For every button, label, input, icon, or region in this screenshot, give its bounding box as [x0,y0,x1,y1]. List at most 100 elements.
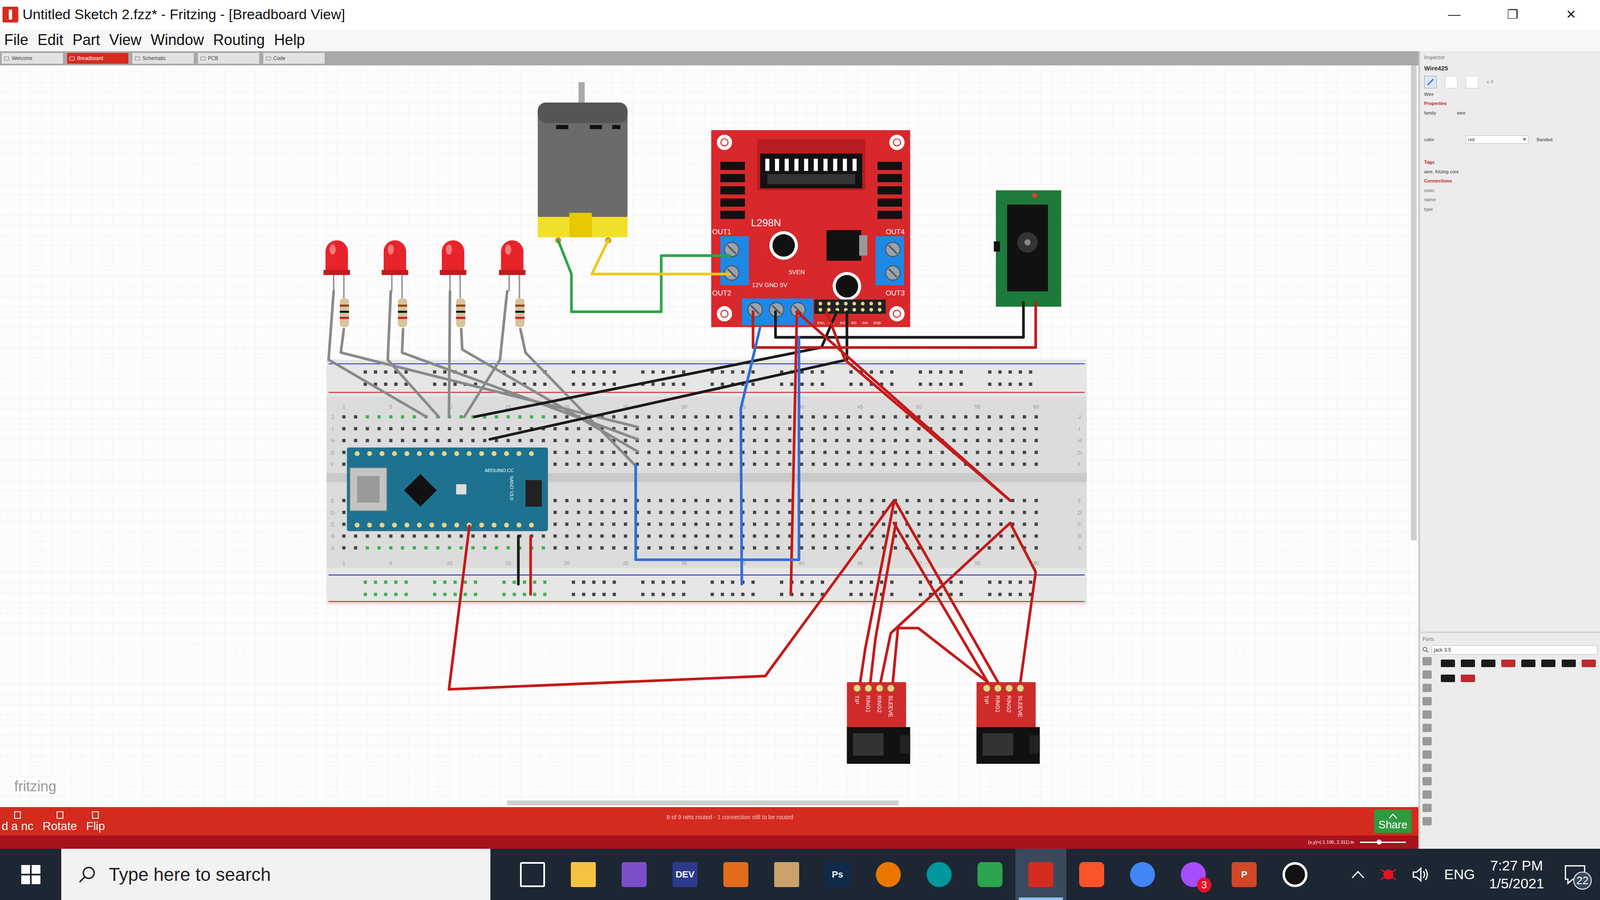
part-thumbnail[interactable] [1519,657,1538,670]
schematic-view-icon[interactable] [1445,75,1458,89]
taskbar-app[interactable] [608,848,660,900]
bin-icon[interactable] [1422,710,1432,719]
toolbar-button[interactable]: Flip [86,810,105,833]
svg-text:A: A [1077,545,1082,552]
svg-text:SLEEVE: SLEEVE [887,695,894,718]
wires[interactable] [328,240,1036,690]
menu-item[interactable]: View [109,32,142,48]
taskbar-app[interactable] [862,848,914,900]
view-tab[interactable]: Schematic [132,52,194,64]
menu-item[interactable]: Window [150,32,204,48]
toolbar-button[interactable]: Rotate [42,810,78,833]
view-tab[interactable]: Breadboard [67,52,129,64]
svg-text:B: B [1077,533,1082,540]
start-button[interactable] [0,848,62,900]
svg-text:TIP: TIP [853,695,860,705]
color-select[interactable]: red [1465,135,1529,144]
taskbar-app[interactable] [964,848,1016,900]
antivirus-icon[interactable] [1379,865,1398,884]
part-thumbnail[interactable] [1439,657,1457,670]
bin-icon[interactable] [1422,803,1432,813]
taskbar-app[interactable] [1066,848,1118,900]
view-tab[interactable]: PCB [197,52,260,64]
bin-icon[interactable] [1422,737,1432,746]
menu-item[interactable]: Routing [213,32,265,48]
canvas-area[interactable]: L298NOUT1OUT2OUT4OUT312V GND 5V5VENENAIN… [0,65,1419,808]
breadboard-canvas[interactable]: L298NOUT1OUT2OUT4OUT312V GND 5V5VENENAIN… [0,65,1419,808]
window-control[interactable]: ❐ [1483,0,1542,29]
dc-motor[interactable] [537,82,628,244]
chevron-up-icon[interactable] [1350,870,1365,880]
breadboard[interactable]: 1155101015152020252530303535404045455050… [326,359,1087,605]
svg-text:SLEEVE: SLEEVE [1017,695,1024,718]
part-thumbnail[interactable] [1439,672,1457,685]
breadboard-view-icon[interactable] [1424,75,1437,89]
taskbar-app[interactable] [710,848,762,900]
leds[interactable] [323,240,526,328]
part-thumbnail[interactable] [1560,657,1578,670]
menu-item[interactable]: Help [274,32,305,48]
bin-icon[interactable] [1422,657,1432,666]
bin-icon[interactable] [1422,723,1432,733]
bin-icon[interactable] [1422,670,1432,679]
led[interactable] [499,240,526,328]
led[interactable] [323,240,350,328]
share-button[interactable]: Share [1374,809,1412,833]
bin-icon[interactable] [1422,763,1432,773]
l298n-driver[interactable]: L298NOUT1OUT2OUT4OUT312V GND 5V5VENENAIN… [711,130,911,328]
window-control[interactable]: ✕ [1541,0,1600,29]
menu-item[interactable]: File [4,32,29,48]
parts-search[interactable]: jack 3.5 [1431,645,1598,655]
audio-jacks[interactable]: TIPRING1RING2SLEEVE TIPRING1RING2SLEEVE [847,682,1040,764]
bin-icon[interactable] [1422,697,1432,706]
bin-icon[interactable] [1422,683,1432,693]
menu-item[interactable]: Part [72,32,100,48]
menu-item[interactable]: Edit [37,32,64,48]
audio-jack[interactable]: TIPRING1RING2SLEEVE [847,682,911,764]
arduino-nano[interactable]: ARDUINO.CCNANO V3.0 [347,447,548,532]
taskbar-app[interactable]: P [1218,848,1270,900]
connections-title: Connections [1424,177,1596,185]
bin-icon[interactable] [1422,790,1432,799]
part-thumbnail[interactable] [1479,657,1498,670]
pcb-view-icon[interactable] [1465,75,1479,89]
view-tab[interactable]: Welcome [1,52,63,64]
taskbar-app[interactable] [1015,848,1067,900]
taskbar-app[interactable] [913,848,965,900]
input-language[interactable]: ENG [1444,863,1475,885]
taskbar-app[interactable] [557,848,609,900]
taskbar-search[interactable]: Type here to search [61,848,491,900]
bin-icon[interactable] [1422,817,1432,826]
taskbar-app[interactable]: Ps [812,848,863,900]
svg-text:I: I [332,426,334,433]
taskbar-app[interactable]: 3 [1167,848,1219,900]
part-thumbnail[interactable] [1459,672,1477,685]
taskbar-app[interactable] [507,848,558,900]
bin-icon[interactable] [1422,750,1432,759]
part-thumbnail[interactable] [1539,657,1558,670]
toolbar-button[interactable]: d a nc [1,810,34,833]
part-thumbnail[interactable] [1459,657,1477,670]
clock[interactable]: 7:27 PM1/5/2021 [1489,856,1545,893]
part-thumbnail[interactable] [1580,657,1598,670]
toolbar-icon [12,810,23,820]
vertical-scrollbar[interactable] [1410,65,1417,541]
speaker-icon[interactable] [1411,866,1430,883]
led[interactable] [439,240,467,328]
audio-jack[interactable]: TIPRING1RING2SLEEVE [976,682,1040,764]
dc-power-jack[interactable] [993,190,1062,307]
zoom-slider[interactable] [1360,841,1406,843]
taskbar-app[interactable] [1269,848,1321,900]
part-thumbnail[interactable] [1499,657,1518,670]
taskbar-app[interactable] [1117,848,1168,900]
view-tab[interactable]: Code [263,52,325,64]
horizontal-scrollbar[interactable] [507,800,899,806]
notifications-button[interactable]: 22 [1558,857,1592,892]
taskbar-app[interactable] [761,848,813,900]
window-control[interactable]: — [1425,0,1484,29]
banded-label[interactable]: Banded [1536,136,1553,144]
led[interactable] [381,240,409,328]
taskbar-app[interactable]: DEV [659,848,711,900]
svg-text:60: 60 [1033,404,1040,410]
bin-icon[interactable] [1422,777,1432,786]
